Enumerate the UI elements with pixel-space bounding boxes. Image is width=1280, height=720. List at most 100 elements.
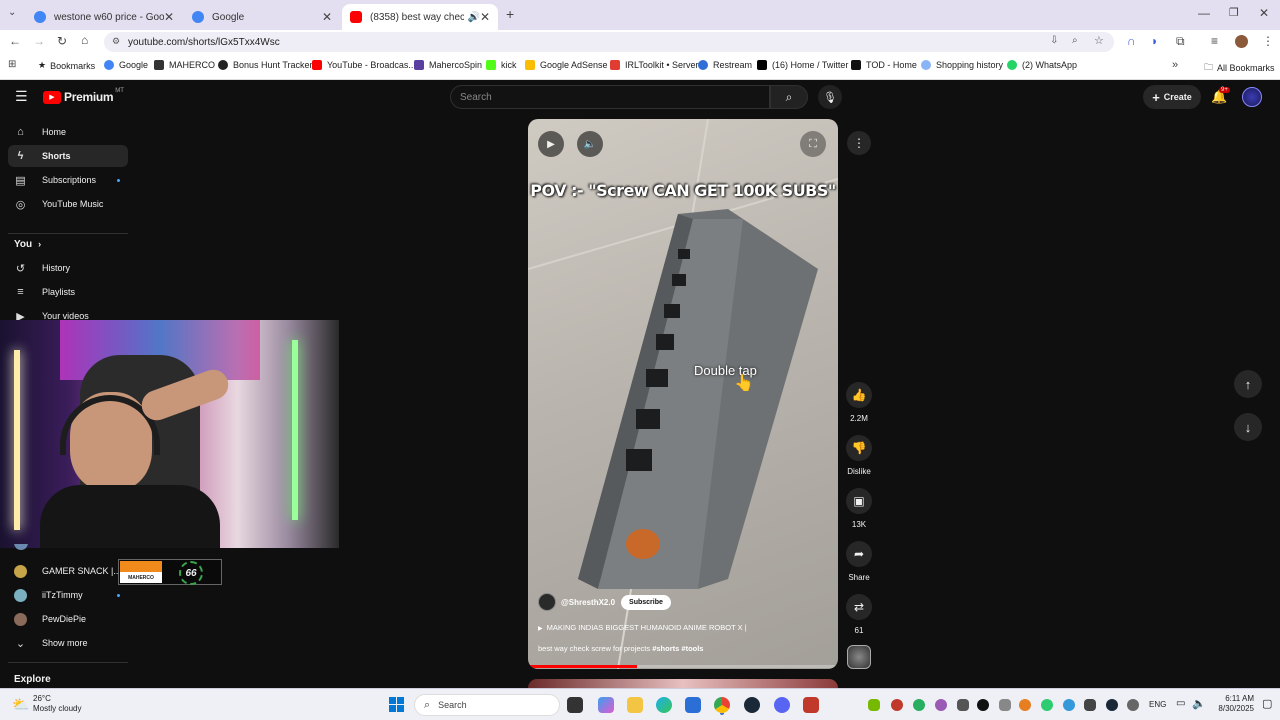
- bookmark-item[interactable]: MAHERCO: [154, 60, 215, 70]
- volume-icon[interactable]: 🔈: [1192, 697, 1206, 710]
- edge-icon[interactable]: [656, 697, 672, 713]
- bookmark-item[interactable]: (2) WhatsApp: [1007, 60, 1077, 70]
- reload-icon[interactable]: ↻: [57, 34, 67, 48]
- address-bar[interactable]: ⚙ youtube.com/shorts/lGx5Txx4Wsc ⇩ ⌕ ☆: [104, 32, 1114, 52]
- bookmark-star-icon[interactable]: ☆: [1094, 34, 1104, 47]
- sidebar-show-more[interactable]: ⌄ Show more: [8, 632, 128, 654]
- reading-list-icon[interactable]: ≡: [1211, 34, 1218, 48]
- account-avatar[interactable]: [1242, 87, 1262, 107]
- tray-app-icon[interactable]: [935, 699, 947, 711]
- chrome-icon[interactable]: [714, 697, 730, 713]
- next-short-preview[interactable]: [528, 679, 838, 688]
- sidebar-sub-gamer-snack[interactable]: GAMER SNACK |...: [8, 560, 128, 582]
- discord-icon[interactable]: [774, 697, 790, 713]
- previous-short-button[interactable]: ↑: [1234, 370, 1262, 398]
- bookmark-item[interactable]: TOD - Home: [851, 60, 917, 70]
- mute-button[interactable]: 🔈: [577, 131, 603, 157]
- search-button[interactable]: ⌕: [770, 85, 808, 109]
- sound-thumbnail[interactable]: [847, 645, 871, 669]
- language-indicator[interactable]: ENG: [1149, 700, 1166, 709]
- bookmark-item[interactable]: kick: [486, 60, 517, 70]
- remix-button[interactable]: ⇄ 61: [846, 594, 872, 635]
- sidebar-sub-iitztimmy[interactable]: iiTzTimmy: [8, 584, 128, 606]
- channel-name[interactable]: @ShresthX2.0: [561, 598, 615, 607]
- sidebar-you-header[interactable]: You ›: [14, 239, 41, 250]
- tray-app-icon[interactable]: [1041, 699, 1053, 711]
- file-explorer-icon[interactable]: [627, 697, 643, 713]
- like-button[interactable]: 👍 2.2M: [846, 382, 872, 423]
- extension-a-icon[interactable]: ∩: [1127, 34, 1136, 48]
- bookmark-item[interactable]: Google AdSense: [525, 60, 608, 70]
- zoom-icon[interactable]: ⌕: [1072, 35, 1078, 46]
- bookmark-item[interactable]: Google: [104, 60, 148, 70]
- extensions-icon[interactable]: ⧉: [1176, 34, 1185, 49]
- youtube-logo[interactable]: ▶ Premium MT: [43, 88, 124, 104]
- sidebar-item-playlists[interactable]: ≡ Playlists: [8, 281, 128, 303]
- steam-icon[interactable]: [744, 697, 760, 713]
- tab-search-icon[interactable]: ⌄: [8, 7, 16, 18]
- close-tab-icon[interactable]: ✕: [322, 10, 332, 24]
- sidebar-item-history[interactable]: ↺ History: [8, 257, 128, 279]
- tab-google[interactable]: Google ✕: [184, 4, 340, 30]
- tray-app-icon[interactable]: [957, 699, 969, 711]
- bookmark-item[interactable]: Bonus Hunt Tracker: [218, 60, 313, 70]
- short-video-player[interactable]: ▶ 🔈 ⛶ POV :- "Screw CAN GET 100K SUBS" D…: [528, 119, 838, 669]
- tab-westone-price[interactable]: westone w60 price - Google Se ✕: [26, 4, 182, 30]
- tray-app-icon[interactable]: [1084, 699, 1096, 711]
- bookmark-item[interactable]: Shopping history: [921, 60, 1003, 70]
- close-tab-icon[interactable]: ✕: [480, 10, 490, 24]
- task-view-icon[interactable]: [567, 697, 583, 713]
- create-button[interactable]: + Create: [1143, 85, 1201, 109]
- search-input[interactable]: Search: [450, 85, 770, 109]
- bookmark-item[interactable]: Restream: [698, 60, 752, 70]
- forward-icon[interactable]: →: [33, 34, 45, 48]
- extension-b-icon[interactable]: ◗: [1151, 34, 1158, 48]
- streaming-app-icon[interactable]: [803, 697, 819, 713]
- nvidia-tray-icon[interactable]: [868, 699, 880, 711]
- maximize-icon[interactable]: ❐: [1229, 6, 1239, 19]
- bookmark-item[interactable]: ★ Bookmarks: [38, 60, 95, 71]
- clock[interactable]: 6:11 AM 8/30/2025: [1212, 694, 1254, 714]
- start-button[interactable]: [389, 697, 404, 712]
- close-window-icon[interactable]: ✕: [1259, 6, 1269, 20]
- home-icon[interactable]: ⌂: [81, 33, 88, 47]
- progress-bar[interactable]: [528, 665, 838, 668]
- store-icon[interactable]: [685, 697, 701, 713]
- tray-app-icon[interactable]: [1019, 699, 1031, 711]
- bookmark-item[interactable]: IRLToolkit • Server: [610, 60, 699, 70]
- sidebar-item-home[interactable]: ⌂ Home: [8, 121, 128, 143]
- next-short-button[interactable]: ↓: [1234, 413, 1262, 441]
- notification-center-icon[interactable]: ▢: [1262, 697, 1272, 710]
- chrome-menu-icon[interactable]: ⋮: [1262, 34, 1274, 48]
- more-bookmarks-icon[interactable]: »: [1172, 59, 1178, 71]
- close-tab-icon[interactable]: ✕: [164, 10, 174, 24]
- tray-app-icon[interactable]: [977, 699, 989, 711]
- subscribe-button[interactable]: Subscribe: [621, 594, 671, 610]
- play-button[interactable]: ▶: [538, 131, 564, 157]
- weather-widget[interactable]: 26°C Mostly cloudy: [33, 694, 81, 714]
- install-app-icon[interactable]: ⇩: [1050, 35, 1058, 46]
- channel-avatar[interactable]: [538, 593, 556, 611]
- tab-youtube-short[interactable]: (8358) best way check scre 🔊 ✕: [342, 4, 498, 30]
- sidebar-item-youtube-music[interactable]: ◎ YouTube Music: [8, 193, 128, 215]
- new-tab-icon[interactable]: +: [506, 6, 514, 22]
- network-icon[interactable]: ▭: [1176, 698, 1185, 709]
- back-icon[interactable]: ←: [9, 34, 21, 48]
- fullscreen-button[interactable]: ⛶: [800, 131, 826, 157]
- sidebar-sub-pewdiepie[interactable]: PewDiePie: [8, 608, 128, 630]
- dislike-button[interactable]: 👎 Dislike: [846, 435, 872, 476]
- sidebar-item-subscriptions[interactable]: ▤ Subscriptions: [8, 169, 128, 191]
- apps-grid-icon[interactable]: ⊞: [8, 59, 16, 70]
- bookmark-item[interactable]: YouTube - Broadcas...: [312, 60, 416, 70]
- hashtags[interactable]: #shorts #tools: [652, 644, 703, 653]
- microphone-tray-icon[interactable]: [1127, 699, 1139, 711]
- audio-playing-icon[interactable]: 🔊: [467, 12, 479, 23]
- taskbar-search[interactable]: ⌕ Search: [414, 694, 560, 716]
- bookmark-item[interactable]: MahercoSpin: [414, 60, 482, 70]
- tray-app-icon[interactable]: [913, 699, 925, 711]
- site-info-icon[interactable]: ⚙: [112, 36, 120, 47]
- tray-app-icon[interactable]: [891, 699, 903, 711]
- copilot-icon[interactable]: [598, 697, 614, 713]
- playlist-link[interactable]: ▶ MAKING INDIAS BIGGEST HUMANOID ANIME RO…: [538, 623, 747, 632]
- comments-button[interactable]: ▣ 13K: [846, 488, 872, 529]
